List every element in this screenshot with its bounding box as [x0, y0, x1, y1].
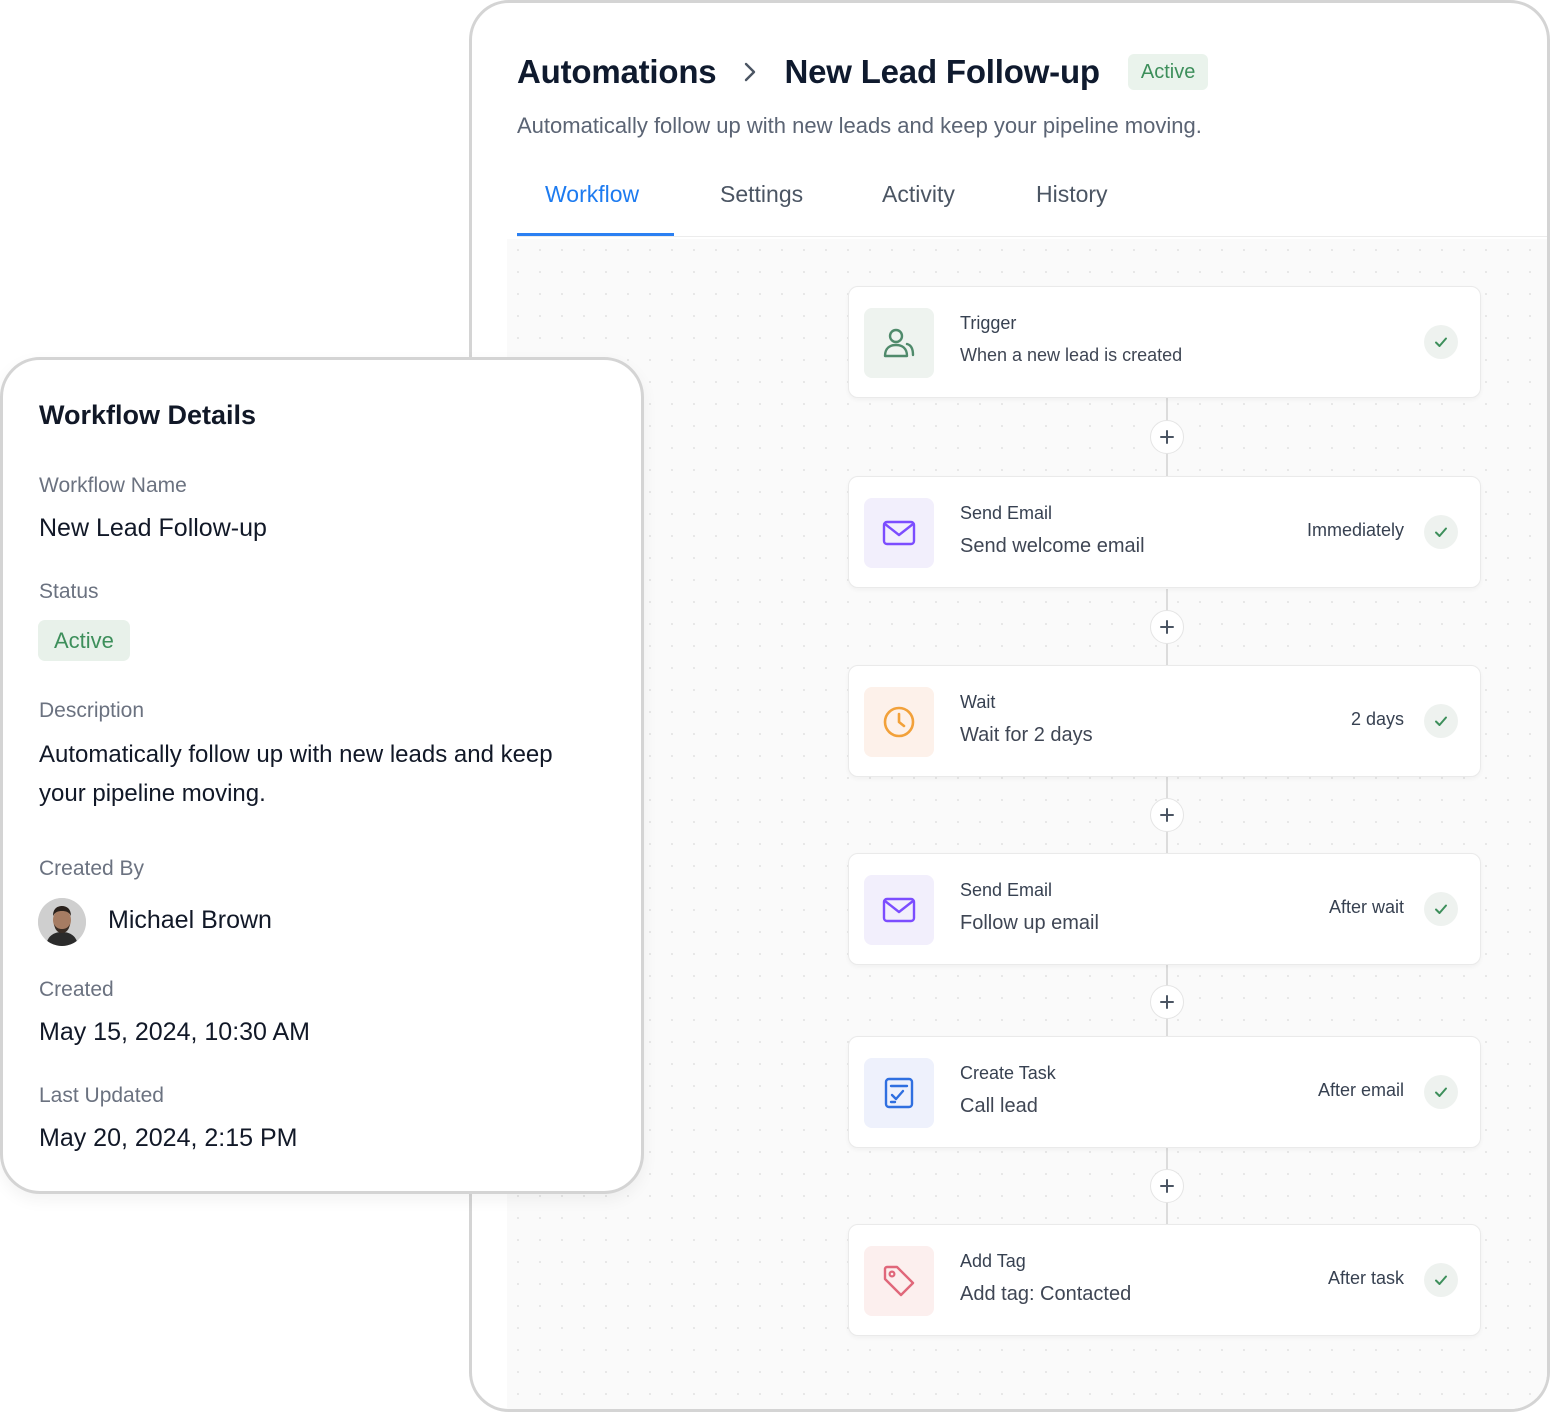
created-value: May 15, 2024, 10:30 AM: [39, 1018, 311, 1046]
add-step-button[interactable]: [1150, 798, 1184, 832]
plus-icon: [1160, 995, 1174, 1009]
add-step-button[interactable]: [1150, 610, 1184, 644]
task-icon: [864, 1058, 934, 1128]
created-by-label: Created By: [39, 857, 145, 880]
active-tab-indicator: [517, 233, 674, 236]
step-type: Add Tag: [960, 1251, 1026, 1271]
details-title: Workflow Details: [39, 400, 257, 430]
creator-name: Michael Brown: [108, 906, 272, 934]
step-card-wait[interactable]: Wait Wait for 2 days 2 days: [848, 665, 1481, 777]
description-value: Automatically follow up with new leads a…: [39, 741, 553, 807]
mail-icon: [864, 498, 934, 568]
step-description: Follow up email: [960, 912, 1099, 934]
status-badge: Active: [38, 620, 130, 661]
step-card-trigger[interactable]: Trigger When a new lead is created: [848, 286, 1481, 398]
tab-bar: Workflow Settings Activity History: [517, 171, 1547, 237]
step-type: Send Email: [960, 503, 1053, 523]
created-label: Created: [39, 978, 114, 1001]
tab-history[interactable]: History: [1036, 181, 1108, 237]
status-badge: Active: [1127, 54, 1209, 90]
page-subtitle: Automatically follow up with new leads a…: [517, 113, 1202, 138]
workflow-canvas: Trigger When a new lead is created Send …: [507, 239, 1547, 1409]
step-timing: After wait: [1328, 897, 1404, 917]
check-icon: [1424, 704, 1458, 738]
page-title: New Lead Follow-up: [784, 53, 1100, 90]
step-card-send-email[interactable]: Send Email Follow up email After wait: [848, 853, 1481, 965]
check-icon: [1424, 1075, 1458, 1109]
check-icon: [1424, 515, 1458, 549]
tag-icon: [864, 1246, 934, 1316]
step-timing: After task: [1327, 1268, 1404, 1288]
step-type: Trigger: [960, 313, 1017, 333]
tab-activity[interactable]: Activity: [882, 181, 955, 237]
step-card-add-tag[interactable]: Add Tag Add tag: Contacted After task: [848, 1224, 1481, 1336]
step-description: When a new lead is created: [960, 345, 1183, 365]
chevron-right-icon: [728, 52, 772, 92]
last-updated-label: Last Updated: [39, 1084, 164, 1107]
user-icon: [864, 308, 934, 378]
plus-icon: [1160, 808, 1174, 822]
tab-settings[interactable]: Settings: [720, 181, 803, 237]
workflow-name-value: New Lead Follow-up: [39, 514, 267, 542]
check-icon: [1424, 1263, 1458, 1297]
step-timing: 2 days: [1350, 709, 1404, 729]
step-description: Call lead: [960, 1095, 1038, 1117]
description-label: Description: [39, 699, 145, 722]
workflow-details-panel: Workflow Details Workflow Name New Lead …: [0, 357, 644, 1194]
step-type: Create Task: [960, 1063, 1056, 1083]
step-card-create-task[interactable]: Create Task Call lead After email: [848, 1036, 1481, 1148]
add-step-button[interactable]: [1150, 985, 1184, 1019]
plus-icon: [1160, 1179, 1174, 1193]
add-step-button[interactable]: [1150, 420, 1184, 454]
clock-icon: [864, 687, 934, 757]
page-header: Automations New Lead Follow-up Active Au…: [517, 49, 1507, 139]
status-label: Status: [39, 580, 99, 603]
mail-icon: [864, 875, 934, 945]
add-step-button[interactable]: [1150, 1169, 1184, 1203]
plus-icon: [1160, 620, 1174, 634]
step-card-send-email[interactable]: Send Email Send welcome email Immediatel…: [848, 476, 1481, 588]
check-icon: [1424, 892, 1458, 926]
step-type: Wait: [960, 692, 996, 712]
breadcrumb: Automations New Lead Follow-up Active: [517, 49, 1507, 95]
step-type: Send Email: [960, 880, 1053, 900]
step-description: Send welcome email: [960, 535, 1145, 557]
breadcrumb-automations-link[interactable]: Automations: [517, 53, 717, 91]
plus-icon: [1160, 430, 1174, 444]
step-description: Add tag: Contacted: [960, 1283, 1132, 1305]
step-description: Wait for 2 days: [960, 724, 1093, 746]
last-updated-value: May 20, 2024, 2:15 PM: [39, 1124, 298, 1152]
workflow-name-label: Workflow Name: [39, 474, 187, 497]
step-timing: After email: [1317, 1080, 1404, 1100]
avatar: [38, 898, 86, 946]
step-timing: Immediately: [1306, 520, 1404, 540]
check-icon: [1424, 325, 1458, 359]
tab-workflow[interactable]: Workflow: [545, 181, 639, 237]
